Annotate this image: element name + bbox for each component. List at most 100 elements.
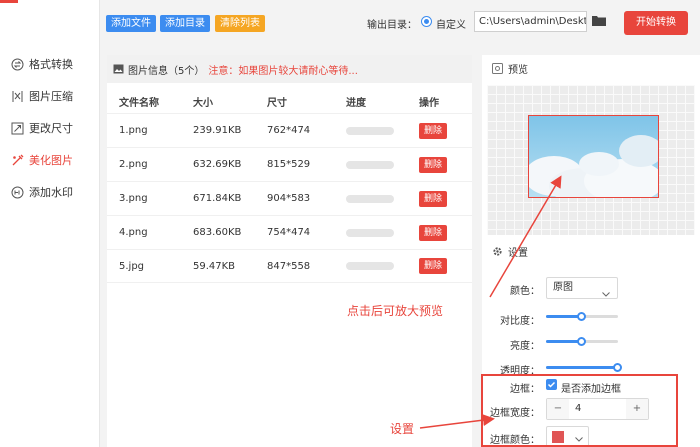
add-border-checkbox[interactable] bbox=[546, 379, 557, 390]
app-logo-strip bbox=[0, 0, 18, 3]
output-dir-label: 输出目录： bbox=[367, 20, 417, 31]
chevron-down-icon bbox=[602, 285, 610, 305]
file-dims: 904*583 bbox=[267, 193, 311, 204]
sidebar-item-label: 添加水印 bbox=[29, 186, 73, 199]
border-color-swatch bbox=[552, 431, 564, 443]
sidebar: 格式转换 图片压缩 更改尺寸 美化图片 添加水印 bbox=[0, 0, 100, 447]
delete-button[interactable]: 删除 bbox=[419, 224, 448, 241]
add-folder-button[interactable]: 添加目录 bbox=[160, 15, 210, 32]
contrast-slider[interactable] bbox=[546, 312, 618, 321]
sidebar-item-label: 图片压缩 bbox=[29, 90, 73, 103]
wait-warning: 注意：如果图片较大请耐心等待... bbox=[208, 65, 358, 77]
file-name: 4.png bbox=[119, 227, 148, 238]
brightness-label: 亮度： bbox=[510, 341, 540, 352]
custom-radio[interactable] bbox=[421, 16, 432, 27]
border-color-label: 边框颜色： bbox=[490, 435, 540, 446]
settings-title: 设置 bbox=[508, 247, 528, 259]
image-icon bbox=[113, 64, 124, 74]
custom-radio-label[interactable]: 自定义 bbox=[436, 16, 466, 31]
resize-icon bbox=[10, 121, 24, 135]
col-action: 操作 bbox=[419, 97, 439, 109]
color-label: 颜色： bbox=[510, 286, 540, 297]
slider-handle[interactable] bbox=[577, 337, 586, 346]
progress-bar bbox=[346, 126, 394, 135]
file-dims: 762*474 bbox=[267, 125, 311, 136]
add-file-button[interactable]: 添加文件 bbox=[106, 15, 156, 32]
chevron-down-icon bbox=[575, 434, 583, 445]
sidebar-item-label: 格式转换 bbox=[29, 58, 73, 71]
file-dims: 754*474 bbox=[267, 227, 311, 238]
clear-list-button[interactable]: 清除列表 bbox=[215, 15, 265, 32]
sidebar-item-compress[interactable]: 图片压缩 bbox=[10, 86, 73, 106]
file-size: 632.69KB bbox=[193, 159, 242, 170]
progress-bar bbox=[346, 228, 394, 237]
border-label: 边框： bbox=[510, 384, 540, 395]
add-border-checkbox-label[interactable]: 是否添加边框 bbox=[561, 380, 621, 395]
col-progress: 进度 bbox=[346, 97, 366, 109]
beautify-icon bbox=[10, 153, 24, 167]
file-name: 3.png bbox=[119, 193, 148, 204]
settings-header: 设置 bbox=[482, 238, 700, 264]
start-convert-button[interactable]: 开始转换 bbox=[624, 11, 688, 35]
col-dims: 尺寸 bbox=[267, 97, 287, 109]
plus-icon[interactable]: + bbox=[626, 399, 648, 419]
border-width-value[interactable]: 4 bbox=[569, 399, 626, 419]
slider-handle[interactable] bbox=[613, 363, 622, 372]
table-row[interactable]: 5.jpg 59.47KB 847*558 删除 bbox=[107, 249, 472, 283]
border-width-stepper[interactable]: − 4 + bbox=[546, 398, 649, 420]
sidebar-item-resize[interactable]: 更改尺寸 bbox=[10, 118, 73, 138]
file-size: 239.91KB bbox=[193, 125, 242, 136]
sidebar-item-beautify[interactable]: 美化图片 bbox=[10, 150, 73, 170]
preview-header: 预览 bbox=[482, 55, 700, 81]
table-header: 文件名称 大小 尺寸 进度 操作 bbox=[107, 91, 472, 111]
file-panel-header: 图片信息（5个） 注意：如果图片较大请耐心等待... bbox=[107, 55, 472, 83]
transparency-label: 透明度： bbox=[500, 366, 540, 377]
sidebar-item-label: 美化图片 bbox=[29, 154, 73, 167]
file-dims: 815*529 bbox=[267, 159, 311, 170]
file-name: 5.jpg bbox=[119, 260, 145, 272]
preview-image[interactable] bbox=[528, 115, 659, 198]
progress-bar bbox=[346, 262, 394, 270]
progress-bar bbox=[346, 160, 394, 169]
table-row[interactable]: 2.png 632.69KB 815*529 删除 bbox=[107, 147, 472, 181]
file-size: 683.60KB bbox=[193, 227, 242, 238]
slider-fill bbox=[546, 366, 618, 369]
preview-icon bbox=[492, 62, 503, 74]
col-size: 大小 bbox=[193, 97, 213, 109]
sidebar-item-watermark[interactable]: 添加水印 bbox=[10, 182, 73, 202]
file-list-panel: 图片信息（5个） 注意：如果图片较大请耐心等待... 文件名称 大小 尺寸 进度… bbox=[107, 55, 472, 447]
border-width-label: 边框宽度： bbox=[490, 408, 540, 419]
progress-bar bbox=[346, 194, 394, 203]
file-panel-title: 图片信息（5个） bbox=[128, 65, 205, 77]
border-color-picker[interactable] bbox=[546, 426, 589, 447]
output-path-input[interactable]: C:\Users\admin\Deskto bbox=[474, 11, 587, 32]
contrast-label: 对比度： bbox=[500, 316, 540, 327]
col-filename: 文件名称 bbox=[119, 97, 159, 109]
file-size: 671.84KB bbox=[193, 193, 242, 204]
minus-icon[interactable]: − bbox=[547, 399, 569, 419]
color-select[interactable]: 原图 bbox=[546, 277, 618, 299]
sidebar-item-label: 更改尺寸 bbox=[29, 122, 73, 135]
preview-title: 预览 bbox=[508, 64, 528, 76]
table-row[interactable]: 3.png 671.84KB 904*583 删除 bbox=[107, 181, 472, 215]
sidebar-item-format-convert[interactable]: 格式转换 bbox=[10, 54, 73, 74]
gear-icon bbox=[492, 246, 503, 257]
table-row[interactable]: 1.png 239.91KB 762*474 删除 bbox=[107, 113, 472, 147]
table-row[interactable]: 4.png 683.60KB 754*474 删除 bbox=[107, 215, 472, 249]
delete-button[interactable]: 删除 bbox=[419, 156, 448, 173]
preview-annotation: 点击后可放大预览 bbox=[347, 304, 444, 318]
folder-icon[interactable] bbox=[592, 15, 606, 26]
file-dims: 847*558 bbox=[267, 260, 311, 272]
file-name: 1.png bbox=[119, 125, 148, 136]
brightness-slider[interactable] bbox=[546, 337, 618, 346]
delete-button[interactable]: 删除 bbox=[419, 122, 448, 139]
format-convert-icon bbox=[10, 57, 24, 71]
file-size: 59.47KB bbox=[193, 260, 236, 272]
settings-annotation: 设置 bbox=[390, 422, 415, 436]
color-select-value: 原图 bbox=[553, 282, 573, 293]
delete-button[interactable]: 删除 bbox=[419, 258, 448, 274]
delete-button[interactable]: 删除 bbox=[419, 190, 448, 207]
slider-handle[interactable] bbox=[577, 312, 586, 321]
watermark-icon bbox=[10, 185, 24, 199]
transparency-slider[interactable] bbox=[546, 363, 622, 372]
